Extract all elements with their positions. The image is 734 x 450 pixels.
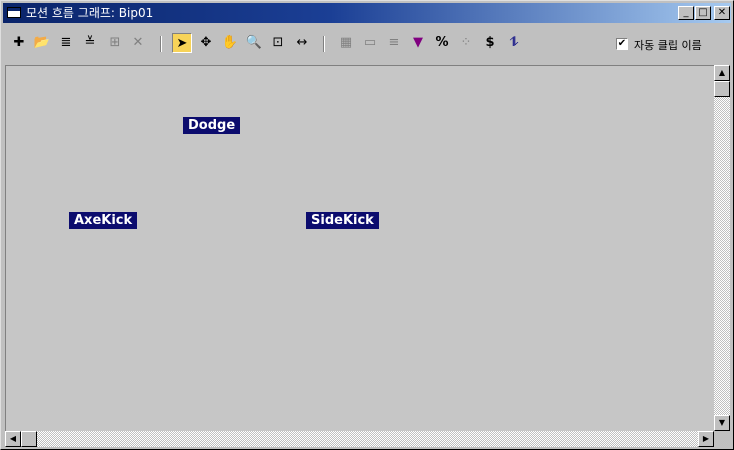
show-graph-icon: ≣ (60, 35, 72, 50)
show-graph-button[interactable]: ≣ (56, 33, 76, 53)
select-icon: ➤ (176, 36, 188, 51)
zoom-extents-icon: ↔ (296, 35, 308, 50)
horizontal-scrollbar[interactable]: ◀ ▶ (5, 431, 714, 447)
zoom-icon: 🔍 (245, 35, 263, 50)
toolbar: ✚ 📂 ≣ ≚ ⊞ ✕ ➤ ✥ ✋ 🔍 ⊡ ↔ ▦ ▭ ≡ ▼ % ⁘ $ ⥮ … (3, 25, 731, 63)
create-clip-button[interactable]: ✚ (9, 33, 29, 53)
window-title: 모션 흐름 그래프: Bip01 (26, 6, 154, 20)
motion-flow-window: 모션 흐름 그래프: Bip01 _ □ ✕ ✚ 📂 ≣ ≚ ⊞ ✕ ➤ ✥ ✋… (0, 0, 734, 450)
pan-tool-button[interactable]: ✋ (220, 33, 240, 53)
create-transition-icon: ≚ (84, 35, 96, 50)
toolbar-separator (160, 36, 162, 52)
auto-clip-names-label: 자동 클립 이름 (634, 39, 702, 52)
auto-clip-names-checkbox[interactable]: ✔ (616, 38, 628, 50)
scrollbar-corner (714, 431, 730, 447)
create-clip-icon: ✚ (13, 35, 25, 50)
vertical-scrollbar[interactable]: ▲ ▼ (714, 65, 730, 431)
vertical-scroll-thumb[interactable] (714, 81, 730, 97)
arrow-right-icon: ▶ (702, 434, 710, 443)
optimize-transitions-button[interactable]: ⊞ (105, 33, 125, 53)
select-random-start-icon: ▼ (413, 35, 423, 50)
properties-button[interactable]: ≡ (384, 33, 404, 53)
scroll-up-button[interactable]: ▲ (714, 65, 730, 81)
random-motion-button[interactable]: ⥮ (504, 33, 524, 53)
move-icon: ✥ (200, 35, 212, 50)
create-transition-button[interactable]: ≚ (80, 33, 100, 53)
optimize-transitions-icon: ⊞ (109, 35, 121, 50)
random-transition-icon: ⁘ (460, 35, 472, 50)
scroll-down-button[interactable]: ▼ (714, 415, 730, 431)
clip-node-dodge[interactable]: Dodge (183, 117, 241, 134)
toolbar-separator (323, 36, 325, 52)
properties-icon: ≡ (388, 35, 400, 50)
clip-icon: ▭ (363, 35, 377, 50)
open-clip-icon: 📂 (33, 35, 51, 50)
zoom-region-icon: ⊡ (272, 35, 284, 50)
percent-button[interactable]: % (432, 33, 452, 53)
select-random-start-button[interactable]: ▼ (408, 33, 428, 53)
zoom-region-button[interactable]: ⊡ (268, 33, 288, 53)
zoom-extents-button[interactable]: ↔ (292, 33, 312, 53)
percent-icon: % (435, 35, 449, 50)
arrow-left-icon: ◀ (9, 434, 17, 443)
horizontal-scroll-thumb[interactable] (21, 431, 37, 447)
clip-node-axekick[interactable]: AxeKick (69, 212, 138, 229)
scroll-right-button[interactable]: ▶ (698, 431, 714, 447)
move-tool-button[interactable]: ✥ (196, 33, 216, 53)
close-button[interactable]: ✕ (714, 6, 730, 20)
delete-button[interactable]: ✕ (128, 33, 148, 53)
cost-icon: $ (485, 35, 495, 50)
script-button[interactable]: ▦ (336, 33, 356, 53)
cost-button[interactable]: $ (480, 33, 500, 53)
select-tool-button[interactable]: ➤ (172, 33, 192, 53)
script-icon: ▦ (339, 35, 353, 50)
arrow-up-icon: ▲ (718, 68, 726, 77)
arrow-down-icon: ▼ (718, 418, 726, 427)
random-motion-icon: ⥮ (509, 35, 519, 50)
open-clip-button[interactable]: 📂 (32, 33, 52, 53)
minimize-button[interactable]: _ (678, 6, 694, 20)
random-transition-button[interactable]: ⁘ (456, 33, 476, 53)
pan-icon: ✋ (221, 35, 239, 50)
clip-node-sidekick[interactable]: SideKick (306, 212, 379, 229)
zoom-tool-button[interactable]: 🔍 (244, 33, 264, 53)
scroll-left-button[interactable]: ◀ (5, 431, 21, 447)
title-bar[interactable]: 모션 흐름 그래프: Bip01 _ □ ✕ (3, 3, 731, 23)
delete-icon: ✕ (132, 35, 144, 50)
maximize-button[interactable]: □ (695, 6, 711, 20)
clip-button[interactable]: ▭ (360, 33, 380, 53)
window-icon (7, 7, 21, 18)
graph-canvas[interactable]: Dodge AxeKick SideKick (5, 65, 715, 431)
